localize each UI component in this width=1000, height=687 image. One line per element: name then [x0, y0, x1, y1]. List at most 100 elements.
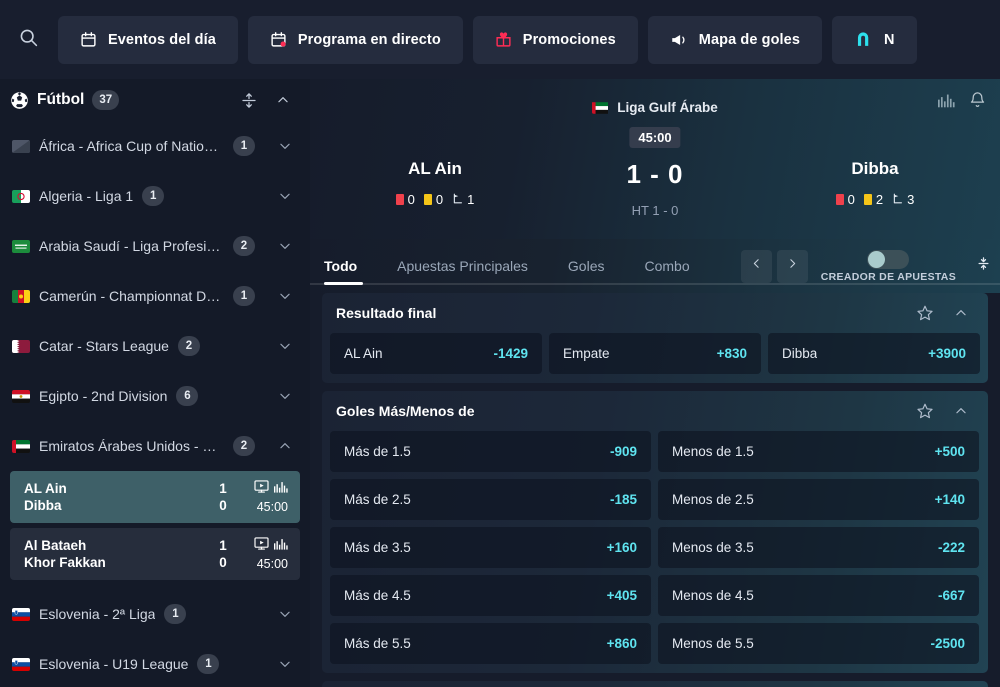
- league-count-badge: 2: [233, 436, 255, 456]
- corner-flag-icon: [452, 192, 463, 207]
- chevron-down-icon[interactable]: [274, 339, 296, 353]
- odd-value: -909: [609, 444, 637, 459]
- match-meta-icons: [254, 480, 288, 498]
- odd-button[interactable]: Menos de 3.5 -222: [658, 527, 979, 568]
- sport-header-futbol[interactable]: Fútbol 37: [0, 79, 310, 121]
- chevron-up-icon[interactable]: [948, 300, 974, 326]
- nav-button-programa-en-directo[interactable]: Programa en directo: [247, 15, 463, 64]
- chevron-up-icon[interactable]: [274, 439, 296, 453]
- odd-label: AL Ain: [344, 346, 383, 361]
- egypt-flag: [12, 389, 30, 403]
- tab-combo[interactable]: Combo: [625, 239, 710, 293]
- chevron-up-icon[interactable]: [270, 87, 296, 113]
- uae-flag: [12, 439, 30, 453]
- chevron-right-icon: [786, 257, 799, 275]
- bar-chart-icon[interactable]: [274, 480, 288, 498]
- chevron-down-icon[interactable]: [274, 139, 296, 153]
- corner-flag-icon: [892, 192, 903, 207]
- sport-name: Fútbol: [37, 91, 85, 108]
- tab-todo[interactable]: Todo: [310, 239, 377, 293]
- away-team-name: Dibba: [24, 498, 62, 513]
- star-icon[interactable]: [912, 398, 938, 424]
- odd-button[interactable]: Más de 3.5 +160: [330, 527, 651, 568]
- home-corners: 1: [452, 192, 474, 207]
- sidebar-league-eslovenia-2a-liga[interactable]: Eslovenia - 2ª Liga 1: [0, 589, 310, 639]
- live-stream-icon[interactable]: [254, 537, 269, 555]
- odd-label: Más de 2.5: [344, 492, 411, 507]
- odd-label: Menos de 2.5: [672, 492, 754, 507]
- sort-icon[interactable]: [236, 87, 262, 113]
- odd-button[interactable]: Menos de 5.5 -2500: [658, 623, 979, 664]
- chevron-down-icon[interactable]: [274, 189, 296, 203]
- sidebar-league-arabia-saudi[interactable]: Arabia Saudí - Liga Profesion... 2: [0, 221, 310, 271]
- odd-button[interactable]: Empate +830: [549, 333, 761, 374]
- market-header[interactable]: Resultado final: [322, 293, 988, 333]
- halftime-score: HT 1 - 0: [631, 203, 679, 218]
- match-row[interactable]: Al Bataeh Khor Fakkan 1 0 45:00: [10, 528, 300, 580]
- chevron-down-icon[interactable]: [274, 239, 296, 253]
- home-red-card-count: 0: [407, 192, 415, 207]
- nav-button-brand[interactable]: N: [831, 15, 917, 64]
- chevron-down-icon[interactable]: [274, 289, 296, 303]
- slovenia-flag: [12, 657, 30, 671]
- yellow-card-icon: [423, 194, 432, 205]
- odd-button[interactable]: Más de 1.5 -909: [330, 431, 651, 472]
- brand-n-icon: [854, 30, 873, 49]
- odd-button[interactable]: Más de 5.5 +860: [330, 623, 651, 664]
- saudi-flag: [12, 239, 30, 253]
- odd-button[interactable]: AL Ain -1429: [330, 333, 542, 374]
- sidebar-league-africa[interactable]: África - Africa Cup of Nations ... 1: [0, 121, 310, 171]
- sidebar-league-catar[interactable]: Catar - Stars League 2: [0, 321, 310, 371]
- odd-label: Dibba: [782, 346, 818, 361]
- bet-builder-control[interactable]: CREADOR DE APUESTAS: [813, 249, 966, 283]
- home-score: 1: [219, 481, 227, 496]
- nav-button-eventos-del-dia[interactable]: Eventos del día: [58, 15, 238, 64]
- chevron-down-icon[interactable]: [274, 657, 296, 671]
- match-row[interactable]: AL Ain Dibba 1 0 45:00: [10, 471, 300, 523]
- home-team-name: Al Bataeh: [24, 538, 87, 553]
- tab-apuestas-principales[interactable]: Apuestas Principales: [377, 239, 548, 293]
- bar-chart-icon[interactable]: [274, 537, 288, 555]
- odd-button[interactable]: Menos de 4.5 -667: [658, 575, 979, 616]
- tabs-prev-button[interactable]: [740, 249, 772, 283]
- red-card-icon: [395, 194, 404, 205]
- uae-flag: [592, 101, 610, 114]
- sidebar-league-eslovenia-u19[interactable]: Eslovenia - U19 League 1: [0, 639, 310, 687]
- home-team-stats: 0 0 1: [395, 192, 474, 207]
- tab-label: Todo: [324, 258, 358, 274]
- away-corners: 3: [892, 192, 914, 207]
- odd-button[interactable]: Menos de 2.5 +140: [658, 479, 979, 520]
- africa-flag: [12, 139, 30, 153]
- league-name: Camerún - Championnat D1 (F): [39, 288, 224, 304]
- star-icon[interactable]: [912, 300, 938, 326]
- chevron-down-icon[interactable]: [274, 389, 296, 403]
- sidebar-league-egipto[interactable]: Egipto - 2nd Division 6: [0, 371, 310, 421]
- odd-button[interactable]: Menos de 1.5 +500: [658, 431, 979, 472]
- league-count-badge: 1: [142, 186, 165, 206]
- market-header[interactable]: Goles Más/Menos de: [322, 391, 988, 431]
- odd-button[interactable]: Dibba +3900: [768, 333, 980, 374]
- live-schedule-icon: [270, 31, 287, 48]
- nav-button-label: N: [883, 31, 895, 48]
- bet-builder-toggle[interactable]: [867, 249, 910, 269]
- sidebar-league-emiratos-arabes-unidos[interactable]: Emiratos Árabes Unidos - Lig... 2: [0, 421, 310, 471]
- chevron-down-icon[interactable]: [274, 607, 296, 621]
- away-team-name: Dibba: [851, 159, 899, 178]
- odd-button[interactable]: Más de 2.5 -185: [330, 479, 651, 520]
- nav-button-mapa-de-goles[interactable]: Mapa de goles: [647, 15, 822, 64]
- tab-goles[interactable]: Goles: [548, 239, 625, 293]
- markets-sort-button[interactable]: [966, 255, 1000, 277]
- chevron-left-icon: [750, 257, 763, 275]
- live-stream-icon[interactable]: [254, 480, 269, 498]
- home-red-cards: 0: [395, 192, 415, 207]
- nav-button-promociones[interactable]: Promociones: [472, 15, 638, 64]
- sidebar-league-algeria[interactable]: Algeria - Liga 1 1: [0, 171, 310, 221]
- chevron-up-icon[interactable]: [948, 398, 974, 424]
- tabs-next-button[interactable]: [776, 249, 808, 283]
- search-button[interactable]: [8, 20, 48, 60]
- odd-button[interactable]: Más de 4.5 +405: [330, 575, 651, 616]
- market-next-partial: [322, 681, 988, 687]
- odd-value: +405: [606, 588, 637, 603]
- sidebar-league-camerun[interactable]: Camerún - Championnat D1 (F) 1: [0, 271, 310, 321]
- app-root: Eventos del día Programa en directo Prom…: [0, 0, 1000, 687]
